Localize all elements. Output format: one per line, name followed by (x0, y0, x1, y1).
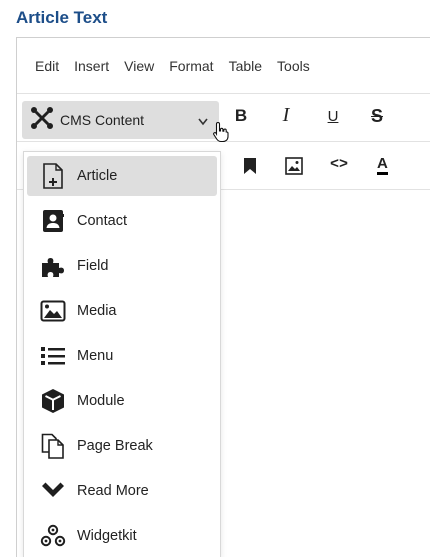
dropdown-item-label: Widgetkit (77, 528, 137, 544)
joomla-logo-icon (30, 106, 54, 135)
widgetkit-icon (39, 523, 67, 549)
cms-content-dropdown: Article Contact Field Media Menu Module … (23, 151, 221, 557)
dropdown-item-article[interactable]: Article (27, 156, 217, 196)
cms-content-button[interactable]: CMS Content (22, 101, 229, 143)
insert-image-icon[interactable] (285, 157, 303, 180)
menu-tools[interactable]: Tools (277, 54, 310, 78)
dropdown-item-contact[interactable]: Contact (27, 201, 217, 241)
dropdown-item-menu[interactable]: Menu (27, 336, 217, 376)
menu-format[interactable]: Format (169, 54, 213, 78)
source-code-button[interactable]: <> (330, 156, 348, 173)
copy-icon (39, 433, 67, 459)
document-plus-icon (39, 163, 67, 189)
dropdown-item-label: Menu (77, 348, 114, 364)
dropdown-item-read-more[interactable]: Read More (27, 471, 217, 511)
dropdown-item-label: Contact (77, 213, 127, 229)
contact-card-icon (39, 208, 67, 234)
list-icon (39, 343, 67, 369)
menu-view[interactable]: View (124, 54, 154, 78)
cube-icon (39, 388, 67, 414)
editor-menubar: Edit Insert View Format Table Tools (17, 38, 430, 94)
puzzle-icon (39, 253, 67, 279)
font-color-button[interactable]: A (377, 156, 388, 175)
menu-edit[interactable]: Edit (35, 54, 59, 78)
chevron-down-icon (198, 113, 208, 131)
cms-content-label: CMS Content (60, 112, 145, 128)
dropdown-item-page-break[interactable]: Page Break (27, 426, 217, 466)
image-icon (39, 298, 67, 324)
dropdown-item-label: Article (77, 168, 118, 184)
dropdown-item-label: Read More (77, 483, 149, 499)
rich-text-editor: Edit Insert View Format Table Tools CMS … (16, 37, 430, 557)
menu-table[interactable]: Table (229, 54, 262, 78)
underline-button[interactable]: U (320, 108, 346, 125)
menu-insert[interactable]: Insert (74, 54, 109, 78)
editor-toolbar-row-1: CMS Content B I U S (17, 96, 430, 143)
italic-button[interactable]: I (273, 104, 299, 127)
field-label: Article Text (16, 8, 108, 27)
strikethrough-button[interactable]: S (364, 106, 390, 127)
chevron-down-icon (39, 478, 67, 504)
dropdown-item-label: Field (77, 258, 109, 274)
dropdown-item-label: Media (77, 303, 117, 319)
dropdown-item-widgetkit[interactable]: Widgetkit (27, 516, 217, 556)
dropdown-item-label: Module (77, 393, 125, 409)
bookmark-icon[interactable] (243, 157, 257, 180)
dropdown-item-field[interactable]: Field (27, 246, 217, 286)
dropdown-item-label: Page Break (77, 438, 153, 454)
bold-button[interactable]: B (228, 106, 254, 126)
dropdown-item-module[interactable]: Module (27, 381, 217, 421)
dropdown-item-media[interactable]: Media (27, 291, 217, 331)
